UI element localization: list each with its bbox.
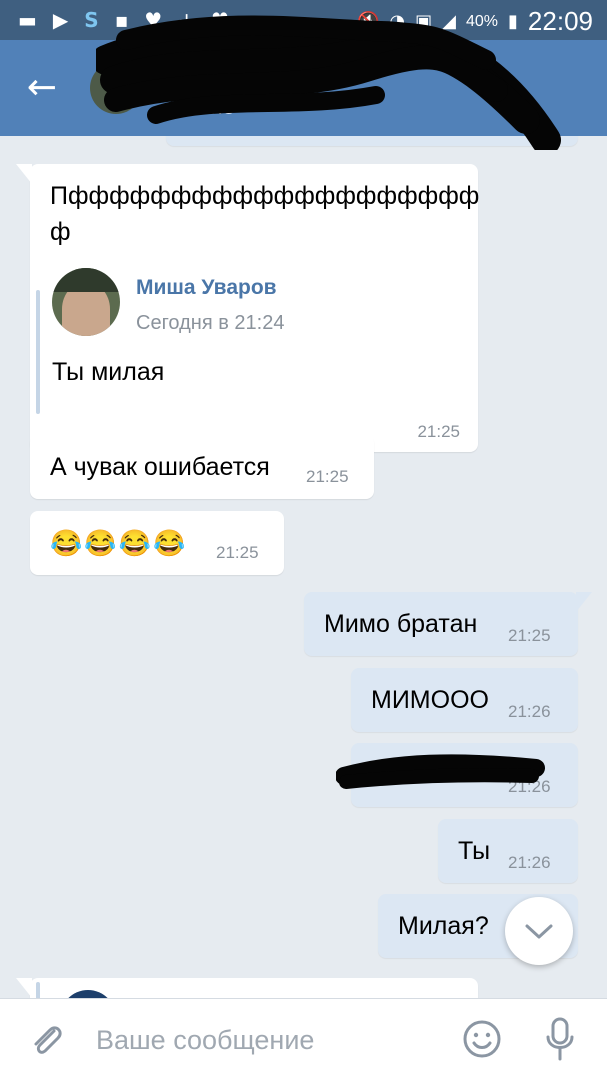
forward-text: Ты милая [52, 358, 165, 386]
message-text: Мимо братан [324, 610, 478, 638]
message-time: 21:25 [306, 467, 349, 486]
message-list[interactable]: Пфффффффффффффффффффф ф Миша Уваров Сего… [0, 136, 607, 998]
message-text-wrap: ф [50, 218, 71, 246]
bubble-tail [576, 592, 592, 612]
paperclip-icon [34, 1026, 62, 1054]
message-outgoing[interactable]: Ты 21:26 [438, 819, 578, 883]
message-time: 21:25 [216, 543, 259, 562]
play-icon: ▶ [52, 8, 69, 32]
voice-button[interactable] [540, 1015, 580, 1063]
message-text: Милая? [398, 912, 489, 940]
attach-button[interactable] [24, 1017, 70, 1063]
message-time: 21:25 [508, 626, 551, 645]
message-text: А чувак ошибается [50, 453, 270, 481]
forward-line [36, 290, 40, 414]
message-text: Ты [458, 837, 491, 865]
redaction-scribble [96, 15, 561, 150]
forward-date: Сегодня в 21:24 [136, 312, 285, 334]
scroll-down-button[interactable] [505, 897, 573, 965]
chevron-down-icon [525, 924, 553, 939]
forward-line [36, 982, 40, 998]
forward-author[interactable]: Миша Уваров [136, 276, 277, 300]
message-icon: ▬ [18, 8, 37, 32]
back-button[interactable]: ← [20, 66, 64, 110]
emoji-button[interactable] [462, 1019, 502, 1059]
message-text: МИМООО [371, 686, 489, 714]
message-time: 21:26 [508, 702, 551, 721]
message-incoming[interactable]: 😂😂😂😂 21:25 [30, 511, 284, 575]
arrow-left-icon: ← [26, 67, 58, 108]
message-outgoing[interactable]: Мимо братан 21:25 [304, 592, 592, 656]
message-input[interactable] [96, 1019, 436, 1061]
forward-avatar[interactable] [60, 990, 116, 998]
emoji-text: 😂😂😂😂 [50, 528, 188, 558]
bubble-tail [16, 164, 32, 184]
message-incoming[interactable]: А чувак ошибается 21:25 [30, 435, 374, 499]
smile-icon [463, 1020, 501, 1058]
forward-avatar[interactable] [52, 268, 120, 336]
redaction-scribble [336, 754, 545, 789]
message-incoming-partial[interactable] [16, 978, 478, 998]
message-incoming[interactable]: Пфффффффффффффффффффф ф Миша Уваров Сего… [16, 164, 480, 452]
message-outgoing[interactable]: МИМООО 21:26 [351, 668, 578, 732]
message-time: 21:25 [417, 422, 460, 441]
bubble-tail [16, 978, 32, 998]
message-composer [0, 998, 607, 1080]
message-text: Пфффффффффффффффффффф [50, 182, 480, 210]
microphone-icon [546, 1017, 574, 1061]
message-time: 21:26 [508, 853, 551, 872]
